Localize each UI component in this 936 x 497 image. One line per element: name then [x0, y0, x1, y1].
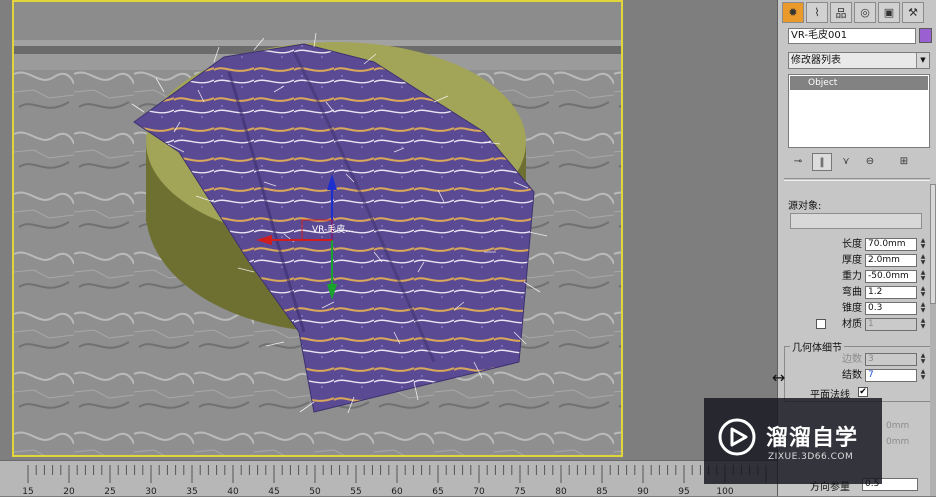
modify-tab-icon[interactable]: ⌇ — [806, 2, 828, 23]
length-label: 长度 — [842, 239, 862, 250]
display-tab-icon[interactable]: ▣ — [878, 2, 900, 23]
gravity-label: 重力 — [842, 271, 862, 282]
gizmo-object-label: VR-毛皮... — [312, 225, 354, 235]
sides-spinner-icon[interactable]: ▲ ▼ — [919, 353, 927, 366]
gravity-input[interactable]: -50.0mm — [865, 270, 917, 283]
partial-value-2: 0mm — [886, 437, 910, 447]
ruler-ticks: 15 20 25 30 35 40 45 50 55 60 65 70 75 80 85 90 95 100 — [22, 465, 767, 497]
show-end-result-icon[interactable]: ‖ — [812, 153, 832, 171]
thickness-input[interactable]: 2.0mm — [865, 254, 917, 267]
viewport-area: VR-毛皮... — [0, 0, 777, 460]
taper-input[interactable]: 0.3 — [865, 302, 917, 315]
flat-normals-checkbox[interactable]: ✔ — [858, 387, 868, 397]
resize-cursor-icon: ↔ — [772, 368, 786, 387]
modifier-list-dropdown[interactable]: 修改器列表 ▼ — [788, 52, 930, 69]
rollout-divider — [784, 178, 930, 181]
knots-input[interactable]: 7 — [865, 369, 917, 382]
param-material: 材质 1 ▲ ▼ — [788, 318, 928, 332]
source-object-label: 源对象: — [788, 201, 822, 212]
remove-modifier-icon[interactable]: ⊖ — [860, 153, 880, 171]
stack-toolbar: ⊸ ‖ ⋎ ⊖ ⊞ — [788, 152, 930, 172]
configure-sets-icon[interactable]: ⊞ — [894, 153, 914, 171]
param-bend: 弯曲 1.2 ▲ ▼ — [788, 286, 928, 300]
chevron-down-icon: ▼ — [916, 53, 929, 68]
make-unique-icon[interactable]: ⋎ — [836, 153, 856, 171]
scrollbar-thumb[interactable] — [930, 184, 936, 304]
param-taper: 锥度 0.3 ▲ ▼ — [788, 302, 928, 316]
partial-value-1: 0mm — [886, 421, 910, 431]
modifier-list-label: 修改器列表 — [791, 55, 841, 66]
taper-label: 锥度 — [842, 303, 862, 314]
modifier-stack[interactable]: Object — [788, 74, 930, 148]
watermark-title: 溜溜自学 — [766, 426, 859, 451]
perspective-viewport[interactable]: VR-毛皮... — [12, 0, 623, 457]
knots-spinner-icon[interactable]: ▲ ▼ — [919, 369, 927, 382]
gravity-spinner-icon[interactable]: ▲ ▼ — [919, 270, 927, 283]
timeline-ruler[interactable]: 15 20 25 30 35 40 45 50 55 60 65 70 75 80 85 90 95 100 — [0, 460, 777, 497]
object-name-field[interactable]: VR-毛皮001 — [788, 28, 916, 44]
material-input[interactable]: 1 — [865, 318, 917, 331]
create-tab-icon[interactable]: ✹ — [782, 2, 804, 23]
panel-scrollbar[interactable] — [930, 184, 936, 496]
param-knots: 结数 7 ▲ ▼ — [788, 369, 928, 383]
utilities-tab-icon[interactable]: ⚒ — [902, 2, 924, 23]
command-panel-tabs: ✹ ⌇ 品 ◎ ▣ ⚒ — [782, 2, 934, 24]
taper-spinner-icon[interactable]: ▲ ▼ — [919, 302, 927, 315]
sides-label: 边数 — [842, 354, 862, 365]
watermark-url: ZIXUE.3D66.COM — [768, 452, 854, 462]
thickness-spinner-icon[interactable]: ▲ ▼ — [919, 254, 927, 267]
watermark: 溜溜自学 ZIXUE.3D66.COM — [704, 398, 882, 484]
param-thickness: 厚度 2.0mm ▲ ▼ — [788, 254, 928, 268]
length-spinner-icon[interactable]: ▲ ▼ — [919, 238, 927, 251]
bend-label: 弯曲 — [842, 287, 862, 298]
motion-tab-icon[interactable]: ◎ — [854, 2, 876, 23]
knots-label: 结数 — [842, 370, 862, 381]
sides-input[interactable]: 3 — [865, 353, 917, 366]
param-sides: 边数 3 ▲ ▼ — [788, 353, 928, 367]
geometry-detail-label: 几何体细节 — [790, 339, 844, 354]
viewport-side-gap — [625, 0, 777, 460]
bend-spinner-icon[interactable]: ▲ ▼ — [919, 286, 927, 299]
source-object-pick-button[interactable] — [790, 213, 922, 229]
length-input[interactable]: 70.0mm — [865, 238, 917, 251]
material-label: 材质 — [842, 319, 862, 330]
play-logo-icon — [718, 418, 756, 456]
stack-item-object[interactable]: Object — [790, 76, 928, 90]
param-length: 长度 70.0mm ▲ ▼ — [788, 238, 928, 252]
hierarchy-tab-icon[interactable]: 品 — [830, 2, 852, 23]
param-gravity: 重力 -50.0mm ▲ ▼ — [788, 270, 928, 284]
material-spinner-icon[interactable]: ▲ ▼ — [919, 318, 927, 331]
material-checkbox[interactable] — [816, 319, 826, 329]
object-color-swatch[interactable] — [919, 28, 932, 43]
pin-stack-icon[interactable]: ⊸ — [788, 153, 808, 171]
thickness-label: 厚度 — [842, 255, 862, 266]
bend-input[interactable]: 1.2 — [865, 286, 917, 299]
